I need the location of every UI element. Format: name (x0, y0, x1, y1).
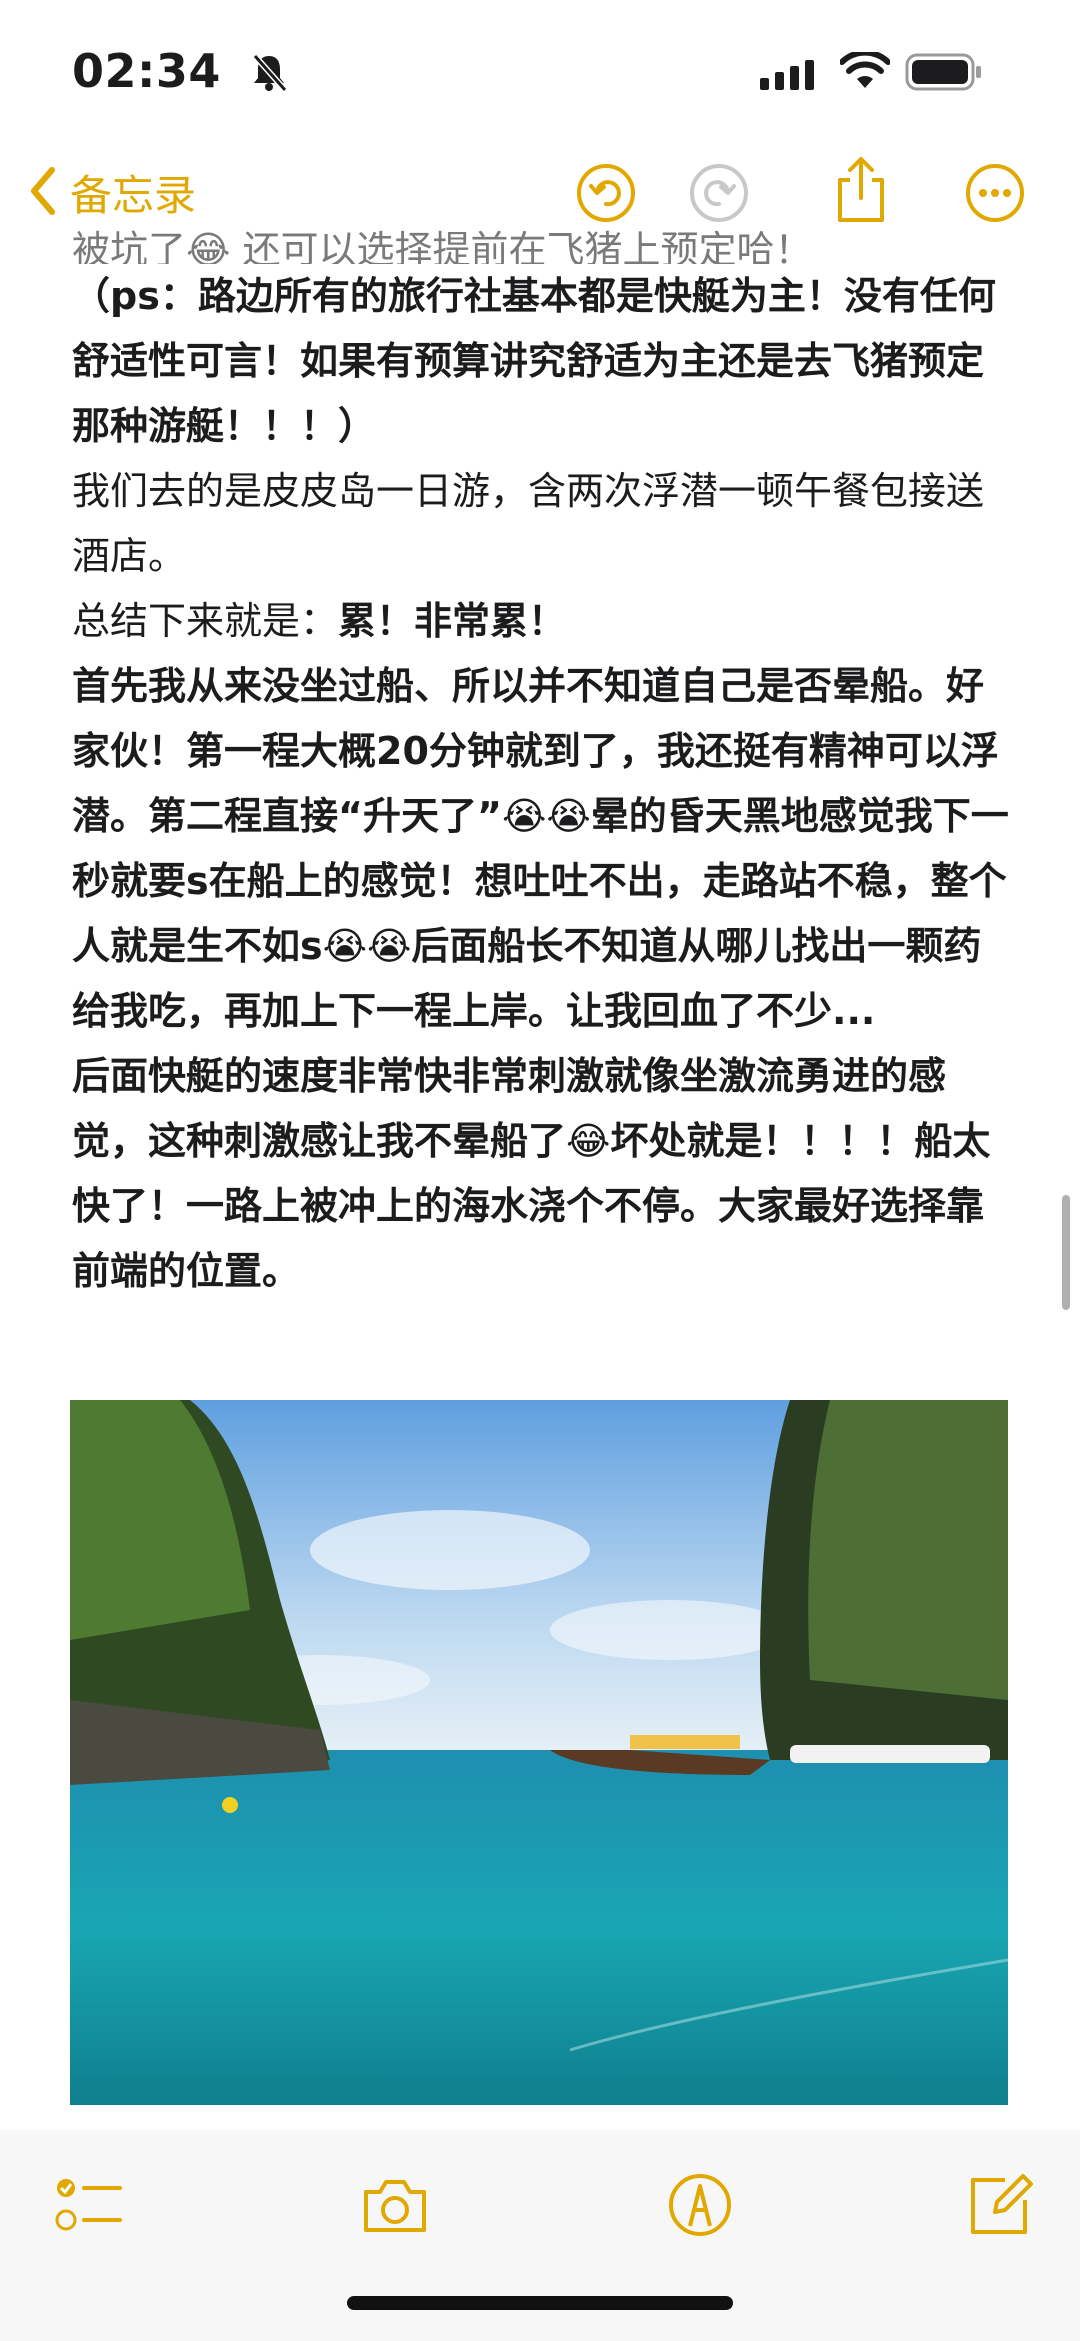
summary-label: 总结下来就是： (72, 599, 339, 643)
checklist-icon (54, 2179, 124, 2244)
battery-icon (905, 52, 985, 96)
scrollbar[interactable] (1062, 1195, 1070, 1310)
note-paragraph: （ps：路边所有的旅行社基本都是快艇为主！没有任何舒适性可言！如果有预算讲究舒适… (72, 274, 996, 448)
camera-button[interactable] (360, 2170, 430, 2240)
note-paragraph: 我们去的是皮皮岛一日游，含两次浮潜一顿午餐包接送酒店。 (72, 469, 985, 578)
note-paragraph: 后面快艇的速度非常快非常刺激就像坐激流勇进的感觉，这种刺激感让我不晕船了😂坏处就… (72, 1054, 991, 1293)
status-bar: 02:34 (0, 0, 1080, 140)
chevron-left-icon (28, 166, 58, 220)
share-button[interactable] (830, 154, 892, 222)
undo-button[interactable] (575, 162, 637, 224)
markup-button[interactable] (665, 2170, 735, 2240)
camera-icon (360, 2180, 430, 2244)
compose-button[interactable] (965, 2170, 1035, 2240)
note-cut-line: 被坑了😂 还可以选择提前在飞猪上预定哈！ (72, 228, 813, 264)
summary-emphasis: 累！非常累！ (338, 599, 567, 643)
wifi-icon (839, 49, 891, 94)
note-paragraph: 总结下来就是：累！非常累！ (72, 589, 1012, 654)
cellular-signal-icon (760, 60, 820, 94)
status-time: 02:34 (72, 44, 221, 98)
note-photo[interactable] (70, 1400, 1008, 2105)
checklist-button[interactable] (54, 2170, 124, 2240)
back-label: 备忘录 (70, 171, 197, 220)
note-body[interactable]: 被坑了😂 还可以选择提前在飞猪上预定哈！ （ps：路边所有的旅行社基本都是快艇为… (72, 218, 1012, 1304)
more-button[interactable] (964, 162, 1026, 224)
compose-icon (965, 2174, 1035, 2244)
redo-button[interactable] (688, 162, 750, 224)
back-button[interactable]: 备忘录 (28, 162, 196, 223)
note-paragraph: 首先我从来没坐过船、所以并不知道自己是否晕船。好家伙！第一程大概20分钟就到了，… (72, 664, 1009, 1033)
markup-pen-icon (665, 2174, 735, 2244)
bell-slash-icon (250, 52, 288, 98)
home-indicator[interactable] (347, 2296, 733, 2310)
